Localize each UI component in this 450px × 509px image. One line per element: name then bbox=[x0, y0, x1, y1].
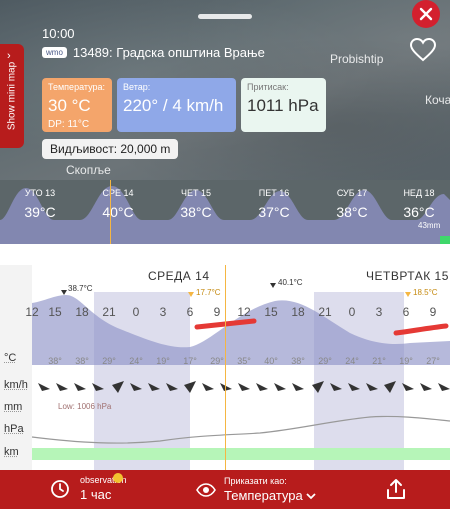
row-label-pressure: hPa bbox=[4, 423, 24, 435]
hour-label: 0 bbox=[132, 305, 140, 319]
mini-map-label: Show mini map bbox=[6, 61, 18, 131]
hour-label: 6 bbox=[186, 305, 194, 319]
temp-value: 38° bbox=[48, 356, 62, 366]
hour-label: 3 bbox=[159, 305, 167, 319]
temperature-label: Температура: bbox=[48, 82, 106, 92]
eye-icon bbox=[196, 482, 216, 497]
hour-label: 0 bbox=[348, 305, 356, 319]
day-header: СРЕДА 14 bbox=[148, 269, 210, 283]
temp-value: 29° bbox=[210, 356, 224, 366]
pressure-value: 1011 hPa bbox=[247, 96, 319, 115]
wind-label: Ветар: bbox=[123, 82, 151, 92]
pressure-label: Притисак: bbox=[247, 82, 289, 92]
temp-value: 38° bbox=[291, 356, 305, 366]
map-label: Probishtip bbox=[330, 52, 384, 66]
day-item[interactable]: СУБ 17 38°C bbox=[314, 188, 390, 220]
drag-handle[interactable] bbox=[198, 14, 252, 19]
temp-value: 24° bbox=[345, 356, 359, 366]
day-item[interactable]: СРЕ 14 40°C bbox=[80, 188, 156, 220]
favorite-heart-icon[interactable] bbox=[409, 37, 437, 63]
visibility-chip[interactable]: Видљивост: 20,000 m bbox=[42, 139, 179, 159]
peak-temp-label: 18.5°C bbox=[413, 288, 438, 297]
screen: Probishtip Коча Скопље 10:00 wmo 13489: … bbox=[0, 0, 450, 509]
day-item[interactable]: ЧЕТ 15 38°C bbox=[158, 188, 234, 220]
hour-label: 3 bbox=[375, 305, 383, 319]
temp-value: 38° bbox=[75, 356, 89, 366]
day-header: ЧЕТВРТАК 15 bbox=[366, 269, 449, 283]
hour-label: 15 bbox=[48, 305, 62, 319]
pressure-card[interactable]: Притисак: 1011 hPa bbox=[241, 78, 326, 132]
chevron-right-icon: › bbox=[7, 50, 11, 62]
row-label-temperature: °C bbox=[4, 352, 17, 364]
temp-value: 27° bbox=[426, 356, 440, 366]
peak-temp-label: 17.7°C bbox=[196, 288, 221, 297]
observation-time: 10:00 bbox=[42, 26, 75, 41]
day-item[interactable]: НЕД 18 36°C bbox=[388, 188, 450, 220]
temp-value: 29° bbox=[318, 356, 332, 366]
rain-total: 43mm bbox=[418, 221, 441, 230]
mini-map-toggle[interactable]: › Show mini map bbox=[0, 44, 24, 148]
current-time-marker bbox=[110, 180, 111, 244]
row-label-wind: km/h bbox=[4, 379, 28, 391]
hour-label: 21 bbox=[318, 305, 332, 319]
hour-label: 9 bbox=[429, 305, 437, 319]
temp-value: 17° bbox=[183, 356, 197, 366]
show-as-label: Приказати као: bbox=[224, 476, 287, 486]
observation-value: 1 час bbox=[80, 487, 112, 502]
visibility-bar bbox=[32, 448, 450, 460]
premium-crown-icon bbox=[113, 473, 123, 483]
display-mode-selector[interactable]: Приказати као: Температура bbox=[196, 476, 317, 503]
temperature-card[interactable]: Температура: 30 °C DP: 11°C bbox=[42, 78, 112, 132]
close-button[interactable] bbox=[412, 0, 440, 28]
hour-label: 12 bbox=[237, 305, 251, 319]
observation-range-marker bbox=[440, 236, 450, 244]
show-as-value: Температура bbox=[224, 488, 303, 503]
peak-temp-label: 40.1°C bbox=[278, 278, 303, 287]
temp-value: 29° bbox=[102, 356, 116, 366]
temp-value: 40° bbox=[264, 356, 278, 366]
temp-value: 19° bbox=[399, 356, 413, 366]
hour-label: 9 bbox=[213, 305, 221, 319]
hour-label: 12 bbox=[25, 305, 39, 319]
row-labels-panel: °C km/h mm hPa km bbox=[0, 265, 32, 470]
row-label-precipitation: mm bbox=[4, 401, 23, 413]
temp-value: 35° bbox=[237, 356, 251, 366]
map-label: Коча bbox=[425, 93, 450, 107]
peak-temp-label: 38.7°C bbox=[68, 284, 93, 293]
bottom-toolbar: observation 1 час Приказати као: Темпера… bbox=[0, 470, 450, 509]
day-item[interactable]: УТО 13 39°C bbox=[2, 188, 78, 220]
temp-value: 19° bbox=[156, 356, 170, 366]
clock-icon bbox=[51, 479, 69, 498]
hour-label: 6 bbox=[402, 305, 410, 319]
temp-value: 21° bbox=[372, 356, 386, 366]
wmo-badge: wmo bbox=[42, 47, 67, 58]
map-label: Скопље bbox=[66, 163, 111, 177]
wind-value: 220° / 4 km/h bbox=[123, 96, 224, 115]
day-item[interactable]: ПЕТ 16 37°C bbox=[236, 188, 312, 220]
temperature-value: 30 °C bbox=[48, 96, 91, 115]
dew-point-value: DP: 11°C bbox=[48, 119, 90, 130]
separator bbox=[0, 245, 450, 265]
meteogram[interactable]: °C km/h mm hPa km СРЕДА 14 ЧЕТВРТАК 15 3… bbox=[0, 265, 450, 470]
temp-value: 24° bbox=[129, 356, 143, 366]
station-map[interactable]: Probishtip Коча Скопље 10:00 wmo 13489: … bbox=[0, 0, 450, 180]
wind-card[interactable]: Ветар: 220° / 4 km/h bbox=[117, 78, 236, 132]
station-name: 13489: Градска општина Врање bbox=[72, 45, 265, 60]
hour-label: 18 bbox=[75, 305, 89, 319]
day-strip[interactable]: УТО 13 39°C СРЕ 14 40°C ЧЕТ 15 38°C ПЕТ … bbox=[0, 180, 450, 244]
chevron-down-icon bbox=[306, 493, 317, 500]
hour-label: 15 bbox=[264, 305, 278, 319]
station-row: wmo 13489: Градска општина Врање bbox=[42, 45, 265, 60]
low-pressure-label: Low: 1006 hPa bbox=[58, 402, 112, 411]
hour-label: 21 bbox=[102, 305, 116, 319]
row-label-visibility: km bbox=[4, 446, 19, 458]
share-icon[interactable] bbox=[385, 478, 407, 500]
hour-label: 18 bbox=[291, 305, 305, 319]
current-time-line bbox=[225, 265, 226, 470]
close-icon bbox=[419, 7, 433, 21]
